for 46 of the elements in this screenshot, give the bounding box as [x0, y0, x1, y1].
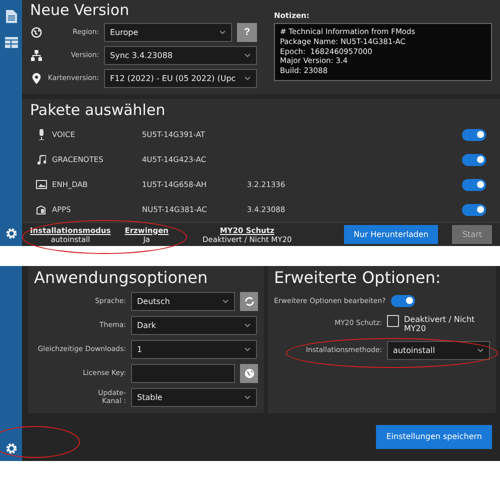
image-icon — [36, 180, 46, 189]
dropdown[interactable]: 1 — [131, 340, 257, 359]
section-title: Erweiterte Optionen: — [274, 269, 442, 287]
dropdown[interactable]: Europe — [104, 22, 232, 42]
dropdown[interactable]: Deutsch — [131, 292, 235, 311]
save-button[interactable]: Einstellungen speichern — [376, 424, 492, 449]
chevron-icon — [244, 76, 251, 80]
box-icon — [36, 204, 46, 214]
help-button[interactable]: ? — [237, 22, 257, 42]
dropdown[interactable]: Sync 3.4.23088 — [104, 46, 257, 64]
download-button[interactable]: Nur Herunterladen — [344, 225, 438, 244]
table-icon[interactable] — [4, 37, 18, 48]
music-note-icon — [36, 154, 46, 164]
section-title: Pakete auswählen — [30, 102, 166, 118]
dropdown[interactable]: F12 (2022) - EU (05 2022) (Upc — [104, 68, 257, 88]
chevron-icon — [244, 52, 251, 58]
globe-button[interactable] — [240, 364, 258, 383]
toggle-switch[interactable] — [462, 204, 486, 216]
chevron-icon — [219, 30, 226, 34]
checkbox[interactable] — [387, 314, 399, 327]
settings-icon[interactable] — [4, 227, 18, 240]
section-title: Neue Version — [30, 2, 130, 18]
dropdown[interactable]: Dark — [131, 316, 257, 335]
chevron-icon — [222, 298, 229, 304]
chevron-icon — [244, 346, 251, 352]
globe-icon — [30, 26, 42, 38]
checkbox-label: Deaktivert / Nicht MY20 — [404, 314, 476, 333]
chevron-icon — [244, 322, 251, 328]
location-pin-icon — [32, 72, 40, 84]
dropdown[interactable]: Stable — [131, 388, 257, 407]
globe-icon — [244, 368, 254, 379]
toggle-switch[interactable] — [462, 154, 486, 166]
section-title: Anwendungsoptionen — [34, 269, 209, 287]
chevron-icon — [477, 348, 484, 353]
toggle-switch[interactable] — [462, 178, 486, 190]
hierarchy-icon — [30, 50, 42, 60]
refresh-button[interactable] — [240, 292, 258, 311]
toggle-switch[interactable] — [390, 294, 415, 307]
refresh-icon — [244, 296, 254, 307]
document-icon[interactable] — [6, 10, 16, 23]
microphone-icon — [38, 129, 44, 140]
chevron-icon — [244, 394, 251, 400]
settings-icon[interactable] — [4, 442, 18, 455]
toggle-switch[interactable] — [462, 128, 486, 140]
dropdown[interactable]: autoinstall — [387, 340, 490, 360]
license-key-field[interactable] — [131, 364, 235, 383]
